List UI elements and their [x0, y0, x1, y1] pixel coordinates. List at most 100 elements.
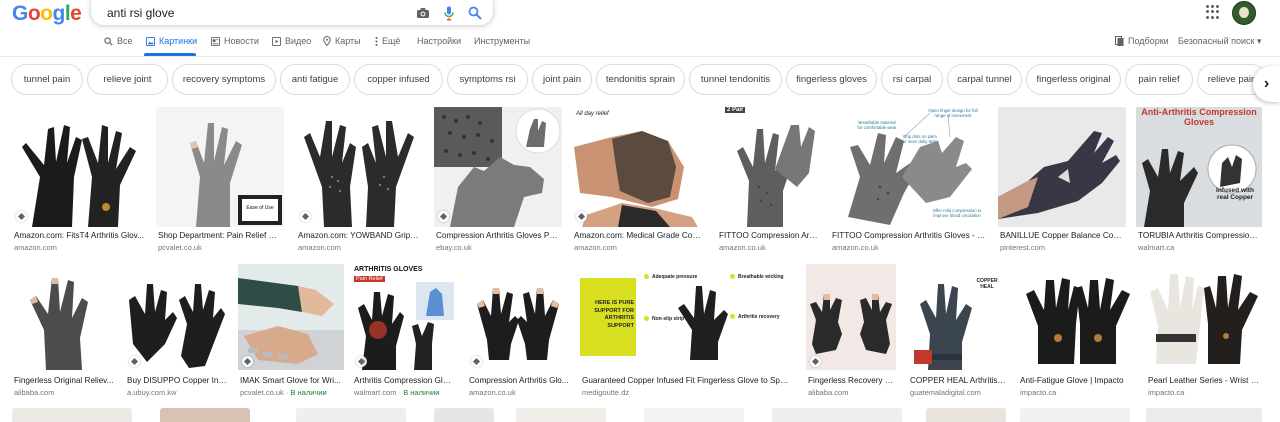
apps-grid-icon[interactable] [1206, 5, 1220, 19]
camera-icon[interactable] [415, 5, 431, 21]
image-result[interactable]: Compression Arthritis Gloves Pai... ebay… [434, 107, 562, 255]
google-logo[interactable]: Google [12, 2, 82, 26]
image-result[interactable]: Anti-Fatigue Glove | Impacto impacto.ca [1018, 264, 1136, 400]
image-result[interactable]: IMAK Smart Glove for Wri... pcvalet.co.u… [238, 264, 344, 400]
search-input[interactable]: anti rsi glove [107, 6, 174, 20]
image-result[interactable]: ARTHRITIS GLOVES Pain Relief Arthritis C… [352, 264, 456, 400]
result-caption: Pearl Leather Series - Wrist | I... [1148, 376, 1260, 385]
result-source: ebay.co.uk [436, 243, 472, 252]
safesearch-dropdown[interactable]: Безопасный поиск ▾ [1178, 36, 1261, 47]
result-thumbnail [998, 107, 1126, 227]
chip-tendonitis-sprain[interactable]: tendonitis sprain [596, 64, 685, 95]
product-tag-icon [242, 356, 253, 367]
tab-video[interactable]: Видео [272, 36, 311, 46]
chip-tunnel-pain[interactable]: tunnel pain [11, 64, 83, 95]
image-result[interactable]: Breathable material for comfortable wear… [830, 107, 988, 255]
tab-all[interactable]: Все [104, 36, 133, 46]
result-caption: Guaranteed Copper Infused Fit Fingerless… [582, 376, 792, 385]
chip-copper-infused[interactable]: copper infused [354, 64, 443, 95]
result-thumbnail [296, 107, 422, 227]
result-thumbnail[interactable] [644, 408, 744, 422]
result-thumbnail: Anti-Arthritis Compression Gloves Infuse… [1136, 107, 1262, 227]
result-thumbnail[interactable] [516, 408, 606, 422]
chip-tunnel-tendonitis[interactable]: tunnel tendonitis [689, 64, 782, 95]
chip-recovery-symptoms[interactable]: recovery symptoms [172, 64, 276, 95]
product-tag-icon [300, 211, 311, 222]
microphone-icon[interactable] [441, 5, 457, 21]
image-result[interactable]: 2 Pair FITTOO Compression Arth... amazon… [717, 107, 819, 255]
tab-news[interactable]: Новости [211, 36, 259, 46]
result-thumbnail [1018, 264, 1136, 370]
result-source: amazon.com [298, 243, 341, 252]
image-result[interactable]: HERE IS PURE SUPPORT FOR ARTHRITIS SUPPO… [580, 264, 794, 400]
image-result[interactable]: COPPER HEAL COPPER HEAL Arthritis ... gu… [908, 264, 1006, 400]
result-caption: Amazon.com: FitsT4 Arthritis Glov... [14, 231, 144, 240]
result-caption: FITTOO Compression Arthritis Gloves - He… [832, 231, 988, 240]
bookmark-icon [1115, 36, 1124, 46]
product-tag-icon [129, 356, 140, 367]
result-caption: Anti-Fatigue Glove | Impacto [1020, 376, 1124, 385]
result-thumbnail[interactable] [772, 408, 902, 422]
tab-maps[interactable]: Карты [323, 36, 361, 46]
chip-fingerless-gloves[interactable]: fingerless gloves [786, 64, 877, 95]
chip-carpal-tunnel[interactable]: carpal tunnel [947, 64, 1022, 95]
result-source: guatemaladigital.com [910, 388, 981, 397]
result-source: pcvalet.co.uk [158, 243, 202, 252]
result-thumbnail[interactable] [296, 408, 406, 422]
chip-rsi-carpal[interactable]: rsi carpal [881, 64, 943, 95]
result-thumbnail[interactable] [926, 408, 1006, 422]
search-box[interactable]: anti rsi glove [90, 0, 494, 26]
tab-more[interactable]: Ещё [375, 36, 400, 46]
image-result[interactable]: Pearl Leather Series - Wrist | I... impa… [1146, 264, 1262, 400]
image-label: Breathable material for comfortable wear [857, 120, 897, 130]
chip-anti-fatigue[interactable]: anti fatigue [280, 64, 350, 95]
result-caption: BANILLUE Copper Balance Comp... [1000, 231, 1124, 240]
result-caption: TORUBIA Arthritis Compression ... [1138, 231, 1262, 240]
chip-fingerless-original[interactable]: fingerless original [1026, 64, 1121, 95]
search-icon[interactable] [467, 5, 483, 21]
image-label: 2 Pair [725, 107, 746, 113]
product-tag-icon [16, 211, 27, 222]
image-label: COPPER HEAL [976, 278, 998, 290]
image-result[interactable]: Fingerless Recovery Sy... alibaba.com [806, 264, 896, 400]
result-caption: Fingerless Original Reliev... [14, 376, 114, 385]
image-result[interactable]: Anti-Arthritis Compression Gloves Infuse… [1136, 107, 1262, 255]
image-result[interactable]: Buy DISUPPO Copper Infu... a.ubuy.com.kw [125, 264, 227, 400]
image-result[interactable]: Amazon.com: YOWBAND Grippy ... amazon.co… [296, 107, 422, 255]
result-thumbnail [467, 264, 569, 370]
result-source: walmart.ca [1138, 243, 1175, 252]
result-source: alibaba.com [808, 388, 849, 397]
image-label: Anti-Arthritis Compression Gloves [1141, 107, 1257, 127]
tab-tools[interactable]: Инструменты [474, 36, 530, 46]
result-thumbnail [806, 264, 896, 370]
tab-images[interactable]: Картинки [146, 36, 197, 46]
product-tag-icon [438, 211, 449, 222]
result-thumbnail[interactable] [1020, 408, 1130, 422]
result-source: pcvalet.co.uk · В наличии [240, 388, 327, 397]
avatar[interactable] [1232, 1, 1256, 25]
result-source: pinterest.com [1000, 243, 1046, 252]
image-result[interactable]: BANILLUE Copper Balance Comp... pinteres… [998, 107, 1126, 255]
result-source: impacto.ca [1148, 388, 1185, 397]
chip-pain-relief[interactable]: pain relief [1125, 64, 1193, 95]
location-icon [323, 36, 331, 46]
result-thumbnail[interactable] [434, 408, 494, 422]
chip-joint-pain[interactable]: joint pain [532, 64, 592, 95]
result-thumbnail[interactable] [160, 408, 250, 422]
image-label: Breathable wicking [738, 274, 784, 280]
chip-symptoms-rsi[interactable]: symptoms rsi [447, 64, 528, 95]
result-thumbnail[interactable] [1146, 408, 1262, 422]
image-result[interactable]: All day relief Amazon.com: Medical Grade… [572, 107, 704, 255]
image-result[interactable]: Compression Arthritis Glo... amazon.co.u… [467, 264, 569, 400]
image-result[interactable]: Fingerless Original Reliev... alibaba.co… [12, 264, 114, 400]
image-result[interactable]: Amazon.com: FitsT4 Arthritis Glov... ama… [12, 107, 146, 255]
tab-settings[interactable]: Настройки [417, 36, 461, 46]
chip-relieve-joint[interactable]: relieve joint [87, 64, 168, 95]
result-thumbnail[interactable] [12, 408, 132, 422]
result-thumbnail: ARTHRITIS GLOVES Pain Relief [352, 264, 456, 370]
image-result[interactable]: Ease of Use Shop Department: Pain Relief… [156, 107, 284, 255]
result-thumbnail [12, 107, 146, 227]
saved-collections-link[interactable]: Подборки [1115, 36, 1169, 46]
image-label: Non-slip strip [652, 316, 685, 322]
image-label: Pain Relief [354, 276, 385, 282]
